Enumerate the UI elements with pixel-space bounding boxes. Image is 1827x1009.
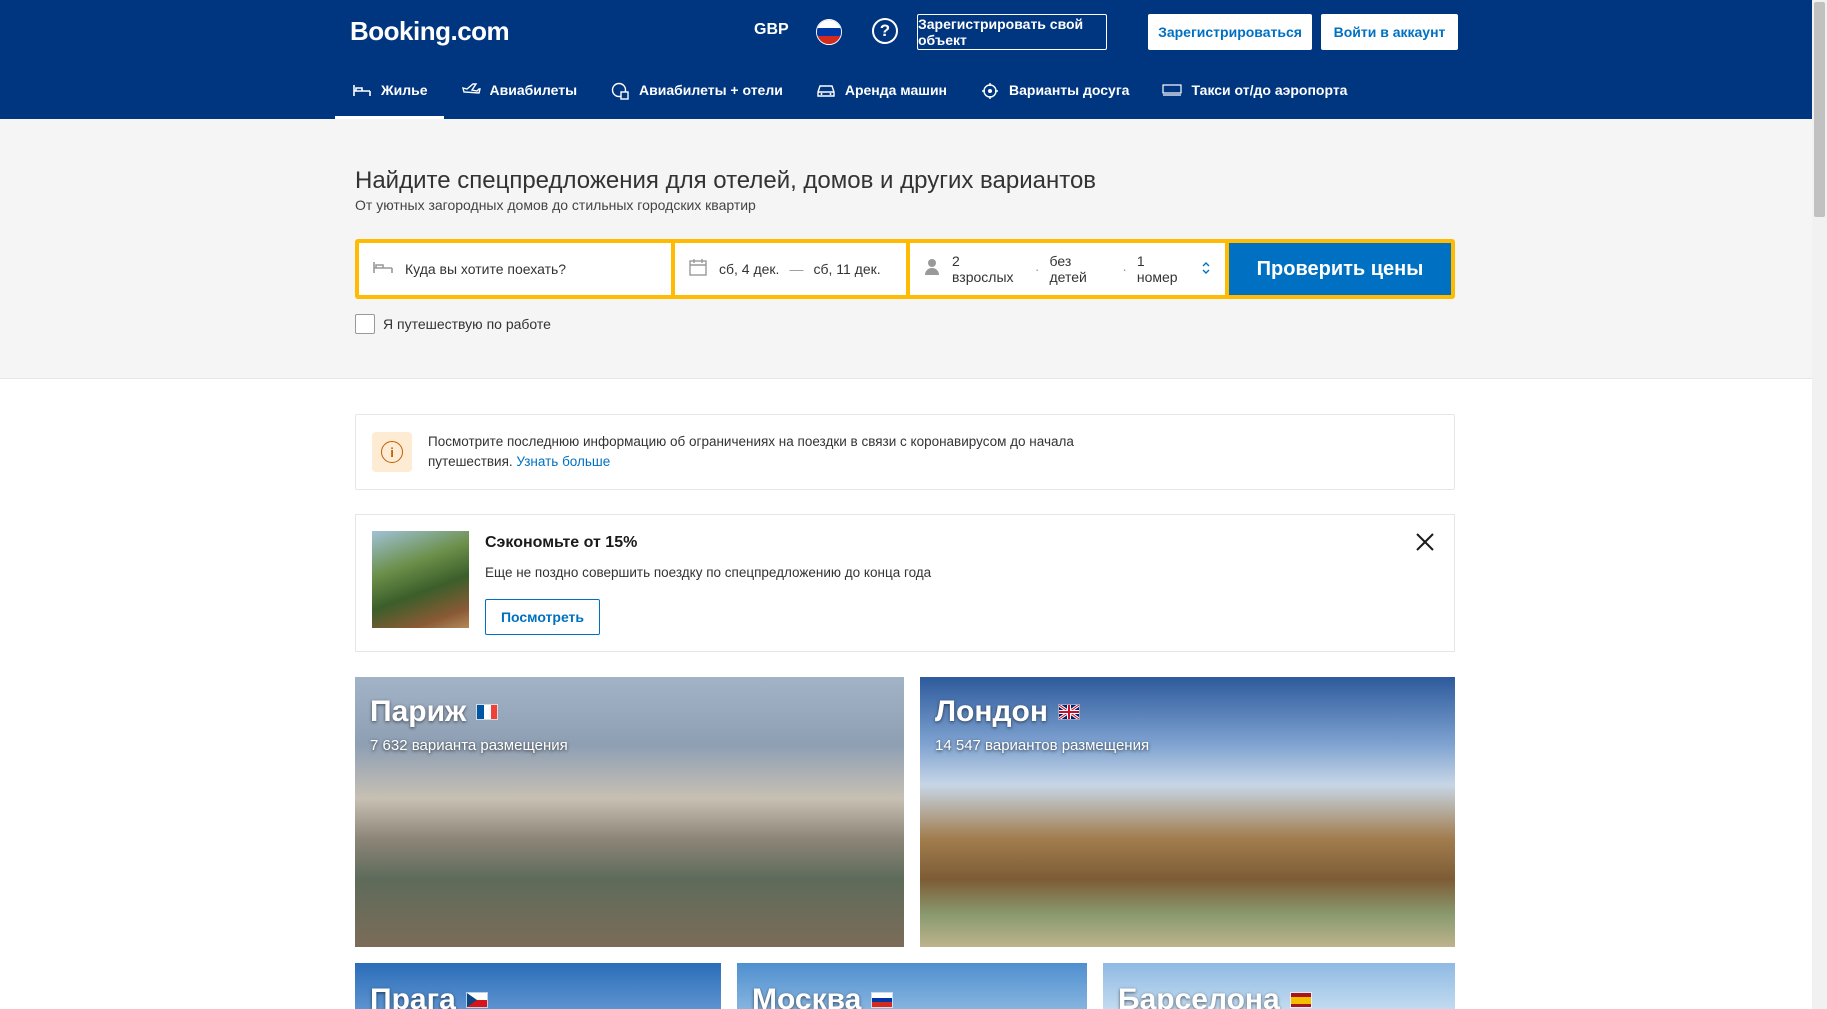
alert-message: Посмотрите последнюю информацию об огран…	[428, 432, 1128, 472]
plane-hotel-icon	[609, 82, 631, 100]
scrollbar-thumb[interactable]	[1814, 2, 1825, 217]
date-separator: —	[789, 261, 804, 277]
register-button[interactable]: Зарегистрироваться	[1148, 14, 1312, 50]
nav-item-flights[interactable]: Авиабилеты	[444, 72, 594, 119]
info-icon: i	[372, 432, 412, 472]
destination-name-text: Москва	[752, 983, 862, 1009]
language-flag-icon[interactable]	[816, 19, 842, 45]
destination-card-london[interactable]: Лондон 14 547 вариантов размещения	[920, 677, 1455, 947]
business-travel-option[interactable]: Я путешествую по работе	[355, 314, 551, 334]
page-subtitle: От уютных загородных домов до стильных г…	[355, 197, 756, 213]
destination-count: 7 632 варианта размещения	[370, 737, 568, 754]
search-submit-button[interactable]: Проверить цены	[1229, 243, 1451, 295]
dot-separator: ·	[1122, 261, 1127, 277]
attractions-icon	[979, 82, 1001, 100]
main-nav: Жилье Авиабилеты Авиабилеты + отели Арен…	[335, 72, 1363, 119]
close-icon[interactable]	[1414, 531, 1436, 553]
destination-name-text: Прага	[370, 983, 456, 1009]
destination-placeholder: Куда вы хотите поехать?	[405, 261, 567, 277]
nav-item-flight-hotel[interactable]: Авиабилеты + отели	[593, 72, 799, 119]
promo-image	[372, 531, 469, 628]
checkout-date: сб, 11 дек.	[813, 261, 881, 277]
russia-flag-icon	[871, 992, 894, 1008]
destination-name-text: Париж	[370, 695, 467, 728]
sign-in-button[interactable]: Войти в аккаунт	[1321, 14, 1458, 50]
destination-field[interactable]: Куда вы хотите поехать?	[359, 243, 671, 295]
page-title: Найдите спецпредложения для отелей, домо…	[355, 167, 1097, 194]
destination-card-moscow[interactable]: Москва	[737, 963, 1087, 1009]
nav-item-label: Такси от/до аэропорта	[1191, 82, 1348, 98]
promo-text: Еще не поздно совершить поездку по спецп…	[485, 565, 932, 580]
search-hero: Найдите спецпредложения для отелей, домо…	[0, 119, 1812, 379]
bed-icon	[351, 82, 373, 100]
adults-count: 2 взрослых	[952, 253, 1014, 285]
page-scrollbar[interactable]	[1812, 0, 1827, 1009]
taxi-icon	[1161, 82, 1183, 100]
bed-icon	[373, 259, 393, 280]
date-picker[interactable]: сб, 4 дек. — сб, 11 дек.	[675, 243, 906, 295]
uk-flag-icon	[1057, 704, 1080, 720]
destination-name: Лондон	[935, 695, 1080, 729]
covid-info-alert: i Посмотрите последнюю информацию об огр…	[355, 414, 1455, 490]
czech-flag-icon	[465, 992, 488, 1008]
destination-card-prague[interactable]: Прага	[355, 963, 721, 1009]
nav-item-label: Авиабилеты + отели	[639, 82, 783, 98]
list-property-button[interactable]: Зарегистрировать свой объект	[917, 14, 1107, 50]
destination-name: Москва	[752, 983, 894, 1009]
dot-separator: ·	[1034, 261, 1040, 277]
promo-card: Сэкономьте от 15% Еще не поздно совершит…	[355, 514, 1455, 652]
top-header: Booking.com GBP ? Зарегистрировать свой …	[0, 0, 1812, 119]
calendar-icon	[689, 258, 707, 281]
spain-flag-icon	[1289, 992, 1312, 1008]
destination-name: Барселона	[1118, 983, 1312, 1009]
guests-selector[interactable]: 2 взрослых · без детей · 1 номер	[910, 243, 1225, 295]
france-flag-icon	[476, 704, 499, 720]
children-count: без детей	[1049, 253, 1087, 285]
destination-name: Прага	[370, 983, 488, 1009]
destination-name-text: Барселона	[1118, 983, 1280, 1009]
destination-name: Париж	[370, 695, 499, 729]
plane-icon	[460, 82, 482, 100]
search-bar: Куда вы хотите поехать? сб, 4 дек. — сб,…	[355, 239, 1455, 299]
rooms-count: 1 номер	[1136, 253, 1178, 285]
nav-item-attractions[interactable]: Варианты досуга	[963, 72, 1145, 119]
promo-title: Сэкономьте от 15%	[485, 534, 638, 551]
business-travel-checkbox[interactable]	[355, 314, 375, 334]
destination-card-paris[interactable]: Париж 7 632 варианта размещения	[355, 677, 904, 947]
nav-item-label: Жилье	[381, 82, 428, 98]
nav-item-label: Аренда машин	[844, 82, 947, 98]
person-icon	[924, 258, 940, 281]
destination-name-text: Лондон	[935, 695, 1048, 728]
currency-selector[interactable]: GBP	[754, 21, 789, 39]
destination-count: 14 547 вариантов размещения	[935, 737, 1150, 754]
chevron-up-down-icon	[1201, 261, 1211, 278]
promo-view-button[interactable]: Посмотреть	[485, 599, 600, 635]
business-travel-label: Я путешествую по работе	[383, 316, 551, 332]
nav-item-label: Варианты досуга	[1009, 82, 1130, 98]
booking-logo[interactable]: Booking.com	[350, 16, 510, 47]
destination-card-barcelona[interactable]: Барселона	[1103, 963, 1455, 1009]
checkin-date: сб, 4 дек.	[719, 261, 780, 277]
nav-item-label: Авиабилеты	[489, 82, 578, 98]
nav-item-airport-taxi[interactable]: Такси от/до аэропорта	[1145, 72, 1363, 119]
learn-more-link[interactable]: Узнать больше	[516, 454, 610, 469]
nav-item-stays[interactable]: Жилье	[335, 72, 444, 119]
question-circle-icon[interactable]: ?	[872, 18, 898, 44]
nav-item-car-rental[interactable]: Аренда машин	[799, 72, 963, 119]
car-icon	[815, 82, 837, 100]
